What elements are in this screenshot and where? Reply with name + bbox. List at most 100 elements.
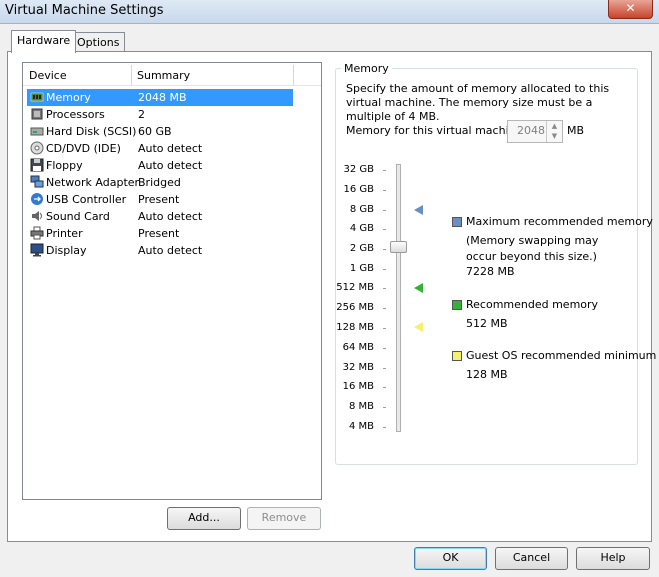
guest-os-minimum-value: 128 MB (466, 368, 508, 381)
guest-os-minimum-title: Guest OS recommended minimum (466, 349, 657, 362)
device-name: Floppy (46, 159, 83, 172)
device-name: Memory (46, 91, 91, 104)
recommended-legend-icon (452, 300, 462, 310)
column-header-device[interactable]: Device (29, 69, 67, 82)
recommended-value: 512 MB (466, 317, 508, 330)
device-name: Hard Disk (SCSI) (46, 125, 137, 138)
memory-spinbox[interactable]: 2048 ▲ ▼ (507, 120, 563, 143)
max-recommended-note: (Memory swapping may occur beyond this s… (466, 234, 599, 263)
device-name: Sound Card (46, 210, 110, 223)
memory-unit-label: MB (567, 124, 585, 137)
scale-label: 256 MB (336, 302, 374, 313)
spin-up-icon[interactable]: ▲ (547, 121, 562, 131)
scale-label: 32 MB (342, 362, 374, 373)
max-recommended-legend-icon (452, 217, 462, 227)
scale-tick (383, 170, 386, 171)
device-row-memory[interactable]: Memory 2048 MB (27, 89, 293, 106)
scale-label: 16 GB (343, 184, 374, 195)
memory-slider-track[interactable] (396, 164, 401, 432)
add-device-button[interactable]: Add... (167, 507, 241, 530)
memory-field-label: Memory for this virtual machine: (346, 124, 527, 137)
scale-tick (383, 288, 386, 289)
guest-os-minimum-legend-icon (452, 351, 462, 361)
scale-label: 2 GB (349, 243, 374, 254)
display-icon (30, 243, 44, 257)
scale-tick (383, 348, 386, 349)
recommended-title: Recommended memory (466, 298, 599, 311)
max-recommended-title: Maximum recommended memory (466, 215, 653, 228)
scale-label: 16 MB (342, 381, 374, 392)
device-row-network-adapter[interactable]: Network Adapter Bridged (27, 174, 293, 191)
cancel-button[interactable]: Cancel (495, 547, 568, 570)
device-row-cd-dvd[interactable]: CD/DVD (IDE) Auto detect (27, 140, 293, 157)
cd-dvd-icon (30, 141, 44, 155)
memory-slider-thumb[interactable] (390, 241, 407, 253)
tab-options[interactable]: Options (71, 32, 126, 52)
device-summary: Present (138, 227, 180, 240)
scale-label: 64 MB (342, 342, 374, 353)
memory-description: Specify the amount of memory allocated t… (346, 82, 610, 123)
device-row-printer[interactable]: Printer Present (27, 225, 293, 242)
device-summary: 2 (138, 108, 145, 121)
column-header-summary[interactable]: Summary (137, 69, 190, 82)
floppy-icon (30, 158, 44, 172)
scale-label: 4 GB (349, 223, 374, 234)
device-summary: Auto detect (138, 159, 203, 172)
network-adapter-icon (30, 175, 44, 189)
device-name: Display (46, 244, 87, 257)
device-list[interactable]: Device Summary Memory 2048 MB Processors… (22, 62, 322, 500)
device-row-usb-controller[interactable]: USB Controller Present (27, 191, 293, 208)
scale-tick (383, 210, 386, 211)
scale-label: 512 MB (336, 282, 374, 293)
scale-tick (383, 269, 386, 270)
spin-down-icon[interactable]: ▼ (547, 131, 562, 141)
device-name: Printer (46, 227, 83, 240)
device-list-header: Device Summary (23, 63, 321, 86)
scale-tick (383, 229, 386, 230)
memory-group-title: Memory (341, 62, 392, 75)
usb-icon (30, 192, 44, 206)
title-bar: Virtual Machine Settings ✕ (0, 0, 659, 24)
device-summary: 2048 MB (138, 91, 187, 104)
memory-value[interactable]: 2048 (517, 124, 545, 137)
scale-tick (383, 328, 386, 329)
scale-tick (383, 249, 386, 250)
scale-label: 1 GB (349, 263, 374, 274)
scale-tick (383, 427, 386, 428)
device-summary: Auto detect (138, 210, 203, 223)
device-name: Network Adapter (46, 176, 140, 189)
device-summary: Auto detect (138, 244, 203, 257)
scale-tick (383, 368, 386, 369)
device-row-processors[interactable]: Processors 2 (27, 106, 293, 123)
device-summary: 60 GB (138, 125, 172, 138)
device-summary: Bridged (138, 176, 181, 189)
device-row-display[interactable]: Display Auto detect (27, 242, 293, 259)
device-name: USB Controller (46, 193, 127, 206)
max-recommended-marker-icon (414, 205, 423, 215)
recommended-marker-icon (414, 283, 423, 293)
device-summary: Present (138, 193, 180, 206)
vm-settings-window: Virtual Machine Settings ✕ Hardware Opti… (0, 0, 659, 577)
close-icon: ✕ (625, 1, 636, 15)
memory-spin-arrows[interactable]: ▲ ▼ (546, 121, 562, 142)
scale-label: 8 MB (348, 401, 374, 412)
close-button[interactable]: ✕ (608, 0, 653, 19)
processor-icon (30, 107, 44, 121)
printer-icon (30, 226, 44, 240)
scale-label: 4 MB (348, 421, 374, 432)
scale-tick (383, 308, 386, 309)
device-row-hard-disk[interactable]: Hard Disk (SCSI) 60 GB (27, 123, 293, 140)
memory-icon (30, 90, 44, 104)
help-button[interactable]: Help (576, 547, 650, 570)
device-summary: Auto detect (138, 142, 203, 155)
remove-device-button[interactable]: Remove (247, 507, 321, 530)
scale-label: 128 MB (336, 322, 374, 333)
scale-tick (383, 190, 386, 191)
max-recommended-value: 7228 MB (466, 265, 515, 278)
ok-button[interactable]: OK (414, 547, 487, 570)
tab-hardware[interactable]: Hardware (11, 30, 77, 53)
scale-tick (383, 407, 386, 408)
scale-tick (383, 387, 386, 388)
device-row-floppy[interactable]: Floppy Auto detect (27, 157, 293, 174)
device-row-sound-card[interactable]: Sound Card Auto detect (27, 208, 293, 225)
